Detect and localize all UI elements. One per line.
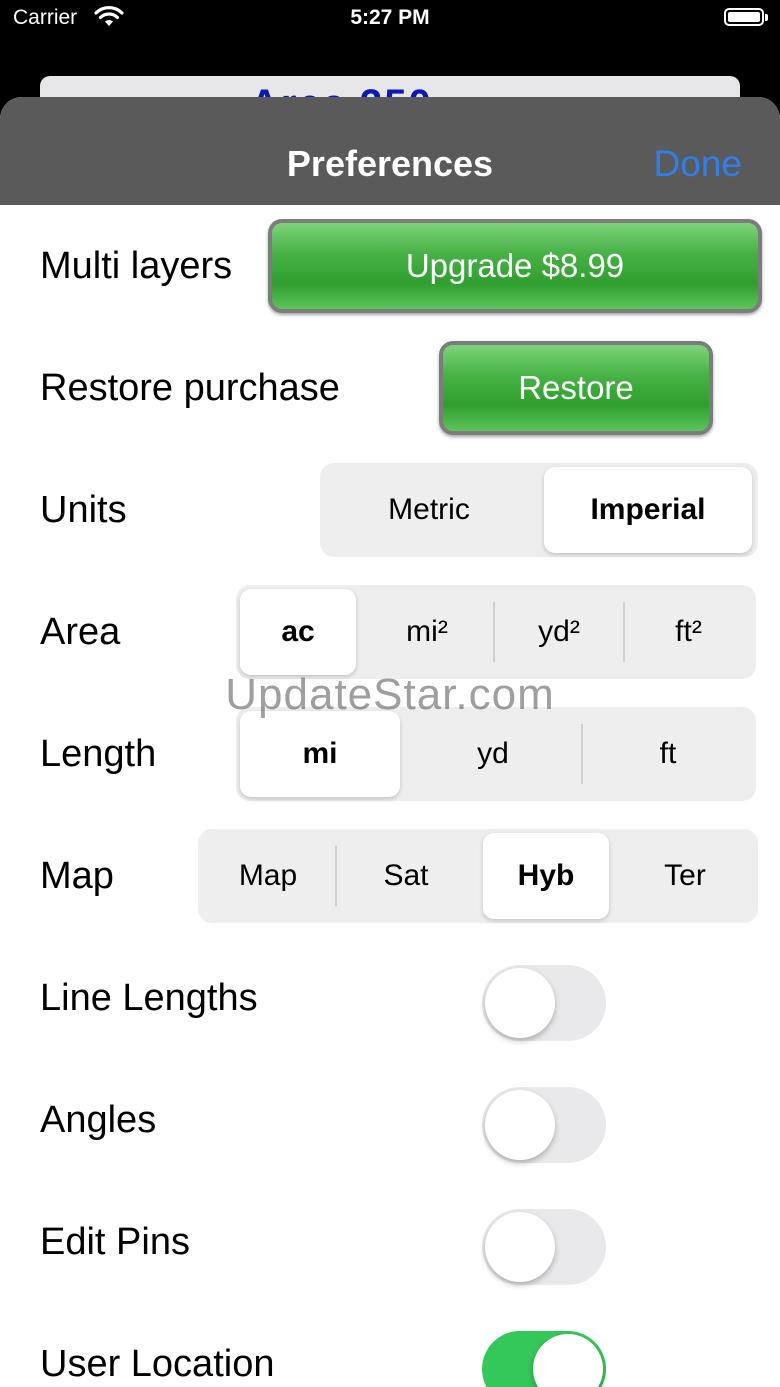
length-segmented-control: mi yd ft <box>236 707 756 801</box>
length-option-yd[interactable]: yd <box>406 707 580 801</box>
map-label: Map <box>40 855 114 897</box>
restore-purchase-label: Restore purchase <box>40 367 340 409</box>
area-label: Area <box>40 611 121 653</box>
line-lengths-label: Line Lengths <box>40 977 258 1019</box>
status-bar: Carrier 5:27 PM <box>0 0 780 44</box>
map-option-ter[interactable]: Ter <box>616 829 754 923</box>
angles-toggle[interactable] <box>482 1087 606 1163</box>
watermark: UpdateStar.com <box>225 670 555 719</box>
length-option-ft[interactable]: ft <box>583 707 753 801</box>
area-segmented-control: ac mi² yd² ft² <box>236 585 756 679</box>
upgrade-button[interactable]: Upgrade $8.99 <box>268 219 762 313</box>
restore-button[interactable]: Restore <box>439 341 713 435</box>
multi-layers-label: Multi layers <box>40 245 233 287</box>
angles-label: Angles <box>40 1099 157 1141</box>
units-option-metric[interactable]: Metric <box>324 463 534 557</box>
line-lengths-toggle[interactable] <box>482 965 606 1041</box>
toggle-knob <box>485 1090 555 1160</box>
length-option-mi[interactable]: mi <box>240 711 400 797</box>
units-label: Units <box>40 489 127 531</box>
map-option-sat[interactable]: Sat <box>337 829 475 923</box>
toggle-knob <box>533 1334 603 1387</box>
user-location-label: User Location <box>40 1343 275 1385</box>
map-option-map[interactable]: Map <box>202 829 334 923</box>
user-location-toggle[interactable] <box>482 1331 606 1387</box>
battery-icon <box>724 8 768 26</box>
edit-pins-toggle[interactable] <box>482 1209 606 1285</box>
toggle-knob <box>485 1212 555 1282</box>
units-option-imperial[interactable]: Imperial <box>544 467 752 553</box>
edit-pins-label: Edit Pins <box>40 1221 190 1263</box>
length-label: Length <box>40 733 157 775</box>
clock: 5:27 PM <box>350 6 430 29</box>
nav-bar: Preferences Done <box>0 97 780 205</box>
area-option-ft2[interactable]: ft² <box>625 585 752 679</box>
units-segmented-control: Metric Imperial <box>320 463 758 557</box>
map-option-hyb[interactable]: Hyb <box>483 833 609 919</box>
area-option-mi2[interactable]: mi² <box>362 585 492 679</box>
toggle-knob <box>485 968 555 1038</box>
done-button[interactable]: Done <box>654 143 742 185</box>
preferences-sheet: Preferences Done Multi layers Upgrade $8… <box>0 97 780 1387</box>
map-type-segmented-control: Map Sat Hyb Ter <box>198 829 758 923</box>
area-option-ac[interactable]: ac <box>240 589 356 675</box>
area-option-yd2[interactable]: yd² <box>495 585 623 679</box>
